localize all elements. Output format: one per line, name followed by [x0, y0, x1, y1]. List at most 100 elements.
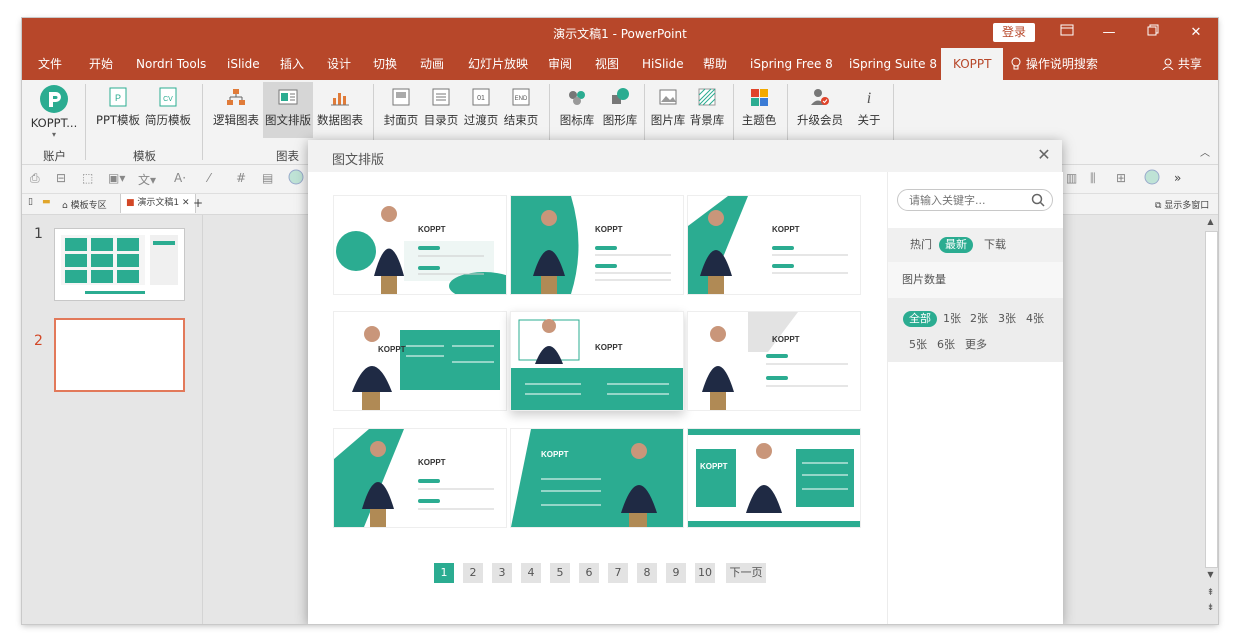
search-input[interactable] — [907, 192, 1029, 209]
ribbon-display-icon[interactable] — [1056, 22, 1078, 44]
tab-help[interactable]: 帮助 — [703, 48, 727, 80]
tab-nordri-tools[interactable]: Nordri Tools — [136, 48, 206, 80]
grid-icon[interactable]: # — [236, 171, 246, 185]
tab-insert[interactable]: 插入 — [280, 48, 304, 80]
count-6[interactable]: 6张 — [937, 337, 955, 353]
page-3-button[interactable]: 3 — [492, 563, 512, 583]
vertical-scrollbar[interactable]: ▲ ▼ ⇞ ⇟ — [1203, 215, 1218, 624]
logic-chart-button[interactable]: 逻辑图表 — [212, 82, 260, 138]
sort-downloads[interactable]: 下载 — [984, 237, 1006, 253]
ppt-template-button[interactable]: P PPT模板 — [96, 82, 140, 138]
template-card[interactable]: KOPPT — [687, 311, 861, 411]
tab-transitions[interactable]: 切换 — [373, 48, 397, 80]
about-button[interactable]: i 关于 — [851, 82, 887, 138]
tab-islide[interactable]: iSlide — [227, 48, 260, 80]
tab-design[interactable]: 设计 — [327, 48, 351, 80]
new-doc-icon[interactable]: ▯ — [28, 197, 33, 207]
toc-page-button[interactable]: 目录页 — [422, 82, 460, 138]
page-5-button[interactable]: 5 — [550, 563, 570, 583]
eyedropper-icon[interactable]: ⁄ — [208, 171, 210, 185]
distribute-icon[interactable]: ⫼ — [1090, 171, 1096, 186]
template-card[interactable]: KOPPT — [687, 195, 861, 295]
tab-slideshow[interactable]: 幻灯片放映 — [468, 48, 528, 80]
select-icon[interactable]: ⬚ — [82, 171, 93, 185]
slide-thumbnail-2[interactable] — [54, 318, 185, 392]
minimize-icon[interactable]: — — [1098, 22, 1120, 44]
count-3[interactable]: 3张 — [998, 311, 1016, 327]
doc-tab-presentation[interactable]: ■ 演示文稿1 ✕ — [120, 194, 196, 213]
theme-color-button[interactable]: 主题色 — [739, 82, 779, 138]
dialog-close-icon[interactable]: ✕ — [1034, 145, 1054, 165]
tab-ispring-free[interactable]: iSpring Free 8 — [750, 48, 833, 80]
align-icon[interactable]: ⊟ — [56, 171, 66, 185]
page-8-button[interactable]: 8 — [637, 563, 657, 583]
shape-outline-icon[interactable] — [1144, 169, 1160, 188]
print-icon[interactable]: ⎙ — [30, 171, 40, 186]
template-card[interactable]: KOPPT — [510, 195, 684, 295]
next-page-button[interactable]: 下一页 — [726, 563, 766, 583]
count-2[interactable]: 2张 — [970, 311, 988, 327]
template-card[interactable]: KOPPT — [687, 428, 861, 528]
restore-icon[interactable] — [1142, 22, 1164, 44]
template-card[interactable]: KOPPT — [510, 311, 684, 411]
transition-page-button[interactable]: 01 过渡页 — [462, 82, 500, 138]
show-multi-window[interactable]: ⧉ 显示多窗口 — [1155, 198, 1209, 211]
slide-thumbnail-1[interactable] — [54, 228, 185, 301]
next-slide-icon[interactable]: ⇟ — [1205, 603, 1216, 613]
count-4[interactable]: 4张 — [1026, 311, 1044, 327]
template-card[interactable]: KOPPT — [333, 195, 507, 295]
tab-animations[interactable]: 动画 — [420, 48, 444, 80]
text-format-icon[interactable]: 文▾ — [138, 171, 156, 188]
page-9-button[interactable]: 9 — [666, 563, 686, 583]
more-icon[interactable]: » — [1174, 171, 1181, 185]
end-page-button[interactable]: END 结束页 — [502, 82, 540, 138]
tell-me-search[interactable]: 操作说明搜索 — [1010, 48, 1098, 80]
page-7-button[interactable]: 7 — [608, 563, 628, 583]
page-10-button[interactable]: 10 — [695, 563, 715, 583]
tab-home[interactable]: 开始 — [89, 48, 113, 80]
count-1[interactable]: 1张 — [943, 311, 961, 327]
koppt-account-button[interactable]: KOPPT... ▾ — [30, 82, 78, 139]
cover-page-button[interactable]: 封面页 — [382, 82, 420, 138]
search-icon[interactable] — [1030, 192, 1046, 208]
sort-hot[interactable]: 热门 — [910, 237, 932, 253]
textbox-icon[interactable]: ▣▾ — [108, 171, 125, 185]
background-library-button[interactable]: 背景库 — [687, 82, 727, 138]
template-card[interactable]: KOPPT — [333, 428, 507, 528]
icon-library-button[interactable]: 图标库 — [557, 82, 597, 138]
page-4-button[interactable]: 4 — [521, 563, 541, 583]
scroll-down-icon[interactable]: ▼ — [1205, 570, 1216, 581]
tab-review[interactable]: 审阅 — [548, 48, 572, 80]
close-tab-icon[interactable]: ✕ — [182, 198, 190, 208]
tab-view[interactable]: 视图 — [595, 48, 619, 80]
tab-file[interactable]: 文件 — [38, 48, 62, 80]
doc-tab-template-zone[interactable]: ⌂ 模板专区 — [62, 198, 107, 211]
group-icon[interactable]: ⊞ — [1116, 171, 1126, 185]
scroll-thumb[interactable] — [1205, 231, 1218, 568]
tab-ispring-suite[interactable]: iSpring Suite 8 — [849, 48, 937, 80]
tab-koppt[interactable]: KOPPT — [941, 48, 1004, 80]
count-more[interactable]: 更多 — [965, 337, 987, 353]
prev-slide-icon[interactable]: ⇞ — [1205, 588, 1216, 598]
shape-fill-icon[interactable] — [288, 169, 304, 188]
login-button[interactable]: 登录 — [993, 23, 1035, 42]
folder-icon[interactable]: ▬ — [42, 197, 51, 207]
add-tab-icon[interactable]: + — [193, 196, 203, 210]
shape-library-button[interactable]: 图形库 — [600, 82, 640, 138]
picture-icon[interactable]: ▤ — [262, 171, 273, 185]
page-2-button[interactable]: 2 — [463, 563, 483, 583]
template-card[interactable]: KOPPT — [333, 311, 507, 411]
page-1-button[interactable]: 1 — [434, 563, 454, 583]
sort-newest[interactable]: 最新 — [939, 237, 973, 253]
tab-hislide[interactable]: HiSlide — [642, 48, 684, 80]
image-library-button[interactable]: 图片库 — [648, 82, 688, 138]
upgrade-member-button[interactable]: 升级会员 — [795, 82, 845, 138]
share-button[interactable]: 共享 — [1162, 48, 1202, 80]
resume-template-button[interactable]: CV 简历模板 — [144, 82, 192, 138]
count-5[interactable]: 5张 — [909, 337, 927, 353]
count-all[interactable]: 全部 — [903, 311, 937, 327]
collapse-ribbon-icon[interactable]: ︿ — [1200, 144, 1210, 159]
template-card[interactable]: KOPPT — [510, 428, 684, 528]
image-text-layout-button[interactable]: 图文排版 — [263, 82, 313, 138]
data-chart-button[interactable]: 数据图表 — [316, 82, 364, 138]
